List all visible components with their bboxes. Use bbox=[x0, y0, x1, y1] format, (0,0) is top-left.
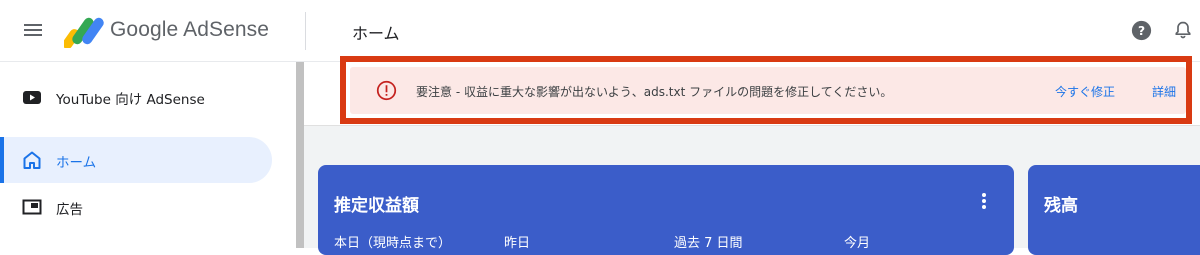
period-today[interactable]: 本日（現時点まで） bbox=[334, 232, 451, 251]
period-yesterday[interactable]: 昨日 bbox=[504, 232, 530, 251]
sidebar-item-ads[interactable]: 広告 bbox=[0, 184, 272, 230]
more-vertical-icon[interactable] bbox=[978, 191, 990, 211]
svg-text:?: ? bbox=[1138, 24, 1145, 38]
period-this-month[interactable]: 今月 bbox=[844, 232, 870, 251]
balance-card: 残高 bbox=[1028, 165, 1200, 255]
main-content: 要注意 - 収益に重大な影響が出ないよう、ads.txt ファイルの問題を修正し… bbox=[304, 56, 1200, 255]
alert-area: 要注意 - 収益に重大な影響が出ないよう、ads.txt ファイルの問題を修正し… bbox=[304, 56, 1200, 126]
adsense-logo-icon bbox=[64, 17, 104, 48]
ads-icon bbox=[22, 199, 42, 215]
page-title: ホーム bbox=[352, 24, 400, 43]
card-title: 推定収益額 bbox=[334, 196, 419, 216]
period-last-7-days[interactable]: 過去 7 日間 bbox=[674, 232, 743, 251]
help-circle-icon[interactable]: ? bbox=[1131, 20, 1152, 41]
card-title: 残高 bbox=[1044, 196, 1078, 216]
home-icon bbox=[23, 151, 41, 169]
notification-bell-icon[interactable] bbox=[1173, 19, 1193, 41]
sidebar-item-label: ホーム bbox=[56, 155, 97, 171]
youtube-icon bbox=[23, 91, 41, 104]
sidebar: YouTube 向け AdSense ホーム 広告 bbox=[0, 62, 296, 248]
sidebar-item-label: 広告 bbox=[56, 202, 83, 218]
sidebar-item-youtube-adsense[interactable]: YouTube 向け AdSense bbox=[0, 74, 272, 120]
estimated-earnings-card: 推定収益額 本日（現時点まで） 昨日 過去 7 日間 今月 bbox=[318, 165, 1014, 255]
sidebar-scrollbar[interactable] bbox=[296, 62, 304, 248]
header-divider bbox=[305, 12, 306, 50]
brand-name: Google AdSense bbox=[110, 18, 270, 41]
top-app-bar: Google AdSense ホーム ? bbox=[0, 0, 1200, 62]
hamburger-menu-icon[interactable] bbox=[22, 21, 44, 41]
sidebar-item-home[interactable]: ホーム bbox=[0, 137, 272, 183]
active-indicator bbox=[0, 137, 4, 183]
highlight-outline bbox=[340, 56, 1192, 124]
sidebar-item-label: YouTube 向け AdSense bbox=[56, 92, 205, 108]
